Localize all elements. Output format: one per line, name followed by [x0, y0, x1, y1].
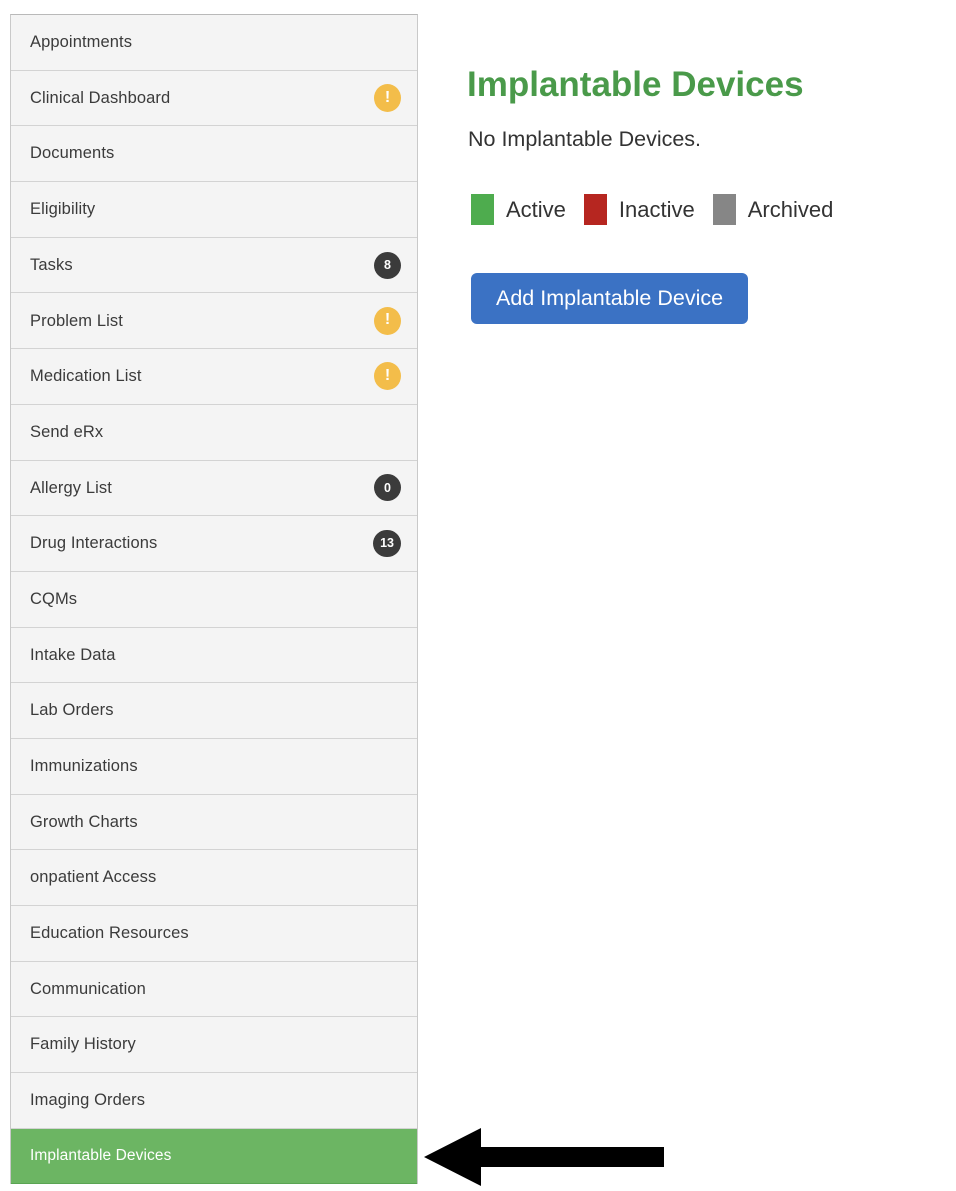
sidebar-item-label: onpatient Access: [30, 868, 157, 887]
sidebar-item-cqms[interactable]: CQMs: [11, 571, 417, 628]
legend-label: Active: [506, 196, 566, 222]
sidebar-item-label: Intake Data: [30, 645, 116, 664]
sidebar-item-label: Appointments: [30, 33, 133, 52]
sidebar-item-label: Education Resources: [30, 924, 189, 943]
sidebar-item-label: Send eRx: [30, 422, 104, 441]
status-legend: Active Inactive Archived: [471, 194, 833, 225]
count-badge: 8: [374, 251, 401, 279]
sidebar-item-label: Allergy List: [30, 478, 112, 497]
sidebar-item-implantable-devices[interactable]: Implantable Devices: [11, 1128, 417, 1185]
sidebar-item-eligibility[interactable]: Eligibility: [11, 182, 417, 238]
sidebar-item-label: Medication List: [30, 367, 142, 386]
sidebar-item-imaging-orders[interactable]: Imaging Orders: [11, 1073, 417, 1129]
sidebar-item-immunizations[interactable]: Immunizations: [11, 738, 417, 795]
sidebar-item-send-erx[interactable]: Send eRx: [11, 404, 417, 461]
sidebar-item-label: Problem List: [30, 311, 123, 330]
sidebar-item-documents[interactable]: Documents: [11, 126, 417, 183]
sidebar-nav: Appointments Clinical Dashboard! Documents…: [10, 14, 418, 1185]
legend-label: Inactive: [618, 196, 695, 222]
sidebar-item-label: Family History: [30, 1035, 136, 1054]
alert-badge-icon: !: [374, 306, 401, 335]
empty-state-message: No Implantable Devices.: [468, 127, 702, 151]
count-badge: 13: [373, 530, 401, 558]
sidebar-item-label: CQMs: [30, 589, 78, 608]
sidebar-item-label: Lab Orders: [30, 701, 114, 720]
sidebar-item-clinical-dashboard[interactable]: Clinical Dashboard!: [11, 70, 417, 127]
sidebar-item-label: Clinical Dashboard: [30, 88, 171, 107]
alert-badge-icon: !: [374, 84, 401, 113]
sidebar-item-communication[interactable]: Communication: [11, 961, 417, 1018]
legend-entry-archived: Archived: [712, 194, 834, 225]
sidebar-item-education-resources[interactable]: Education Resources: [11, 906, 417, 962]
main-panel: Implantable Devices No Implantable Devic…: [467, 0, 956, 1190]
count-badge: 0: [374, 474, 401, 502]
sidebar-item-appointments[interactable]: Appointments: [11, 15, 417, 71]
sidebar-item-label: Drug Interactions: [30, 534, 158, 553]
sidebar-item-allergy-list[interactable]: Allergy List 0: [11, 460, 417, 517]
page-title: Implantable Devices: [467, 65, 804, 105]
sidebar-item-label: Documents: [30, 144, 115, 163]
legend-label: Archived: [747, 196, 834, 222]
sidebar-item-label: Imaging Orders: [30, 1091, 146, 1110]
sidebar-item-problem-list[interactable]: Problem List!: [11, 293, 417, 350]
sidebar-item-lab-orders[interactable]: Lab Orders: [11, 683, 417, 739]
legend-swatch-inactive: [583, 194, 607, 225]
alert-badge-icon: !: [374, 362, 401, 391]
sidebar-item-label: Implantable Devices: [30, 1147, 172, 1165]
sidebar-item-label: Tasks: [30, 255, 73, 274]
sidebar-item-intake-data[interactable]: Intake Data: [11, 627, 417, 684]
legend-swatch-active: [471, 194, 494, 225]
legend-entry-inactive: Inactive: [583, 194, 695, 225]
legend-entry-active: Active: [471, 194, 566, 225]
sidebar-item-drug-interactions[interactable]: Drug Interactions 13: [11, 516, 417, 572]
sidebar-item-label: Eligibility: [30, 200, 96, 219]
sidebar-item-tasks[interactable]: Tasks 8: [11, 237, 417, 294]
sidebar-item-medication-list[interactable]: Medication List!: [11, 349, 417, 405]
sidebar-item-growth-charts[interactable]: Growth Charts: [11, 794, 417, 851]
sidebar-item-label: Growth Charts: [30, 812, 138, 831]
sidebar-item-label: Immunizations: [30, 757, 138, 776]
sidebar-item-onpatient-access[interactable]: onpatient Access: [11, 850, 417, 906]
sidebar-item-family-history[interactable]: Family History: [11, 1017, 417, 1074]
legend-swatch-archived: [712, 194, 736, 225]
sidebar-item-label: Communication: [30, 979, 146, 998]
add-implantable-device-button[interactable]: Add Implantable Device: [471, 273, 749, 324]
